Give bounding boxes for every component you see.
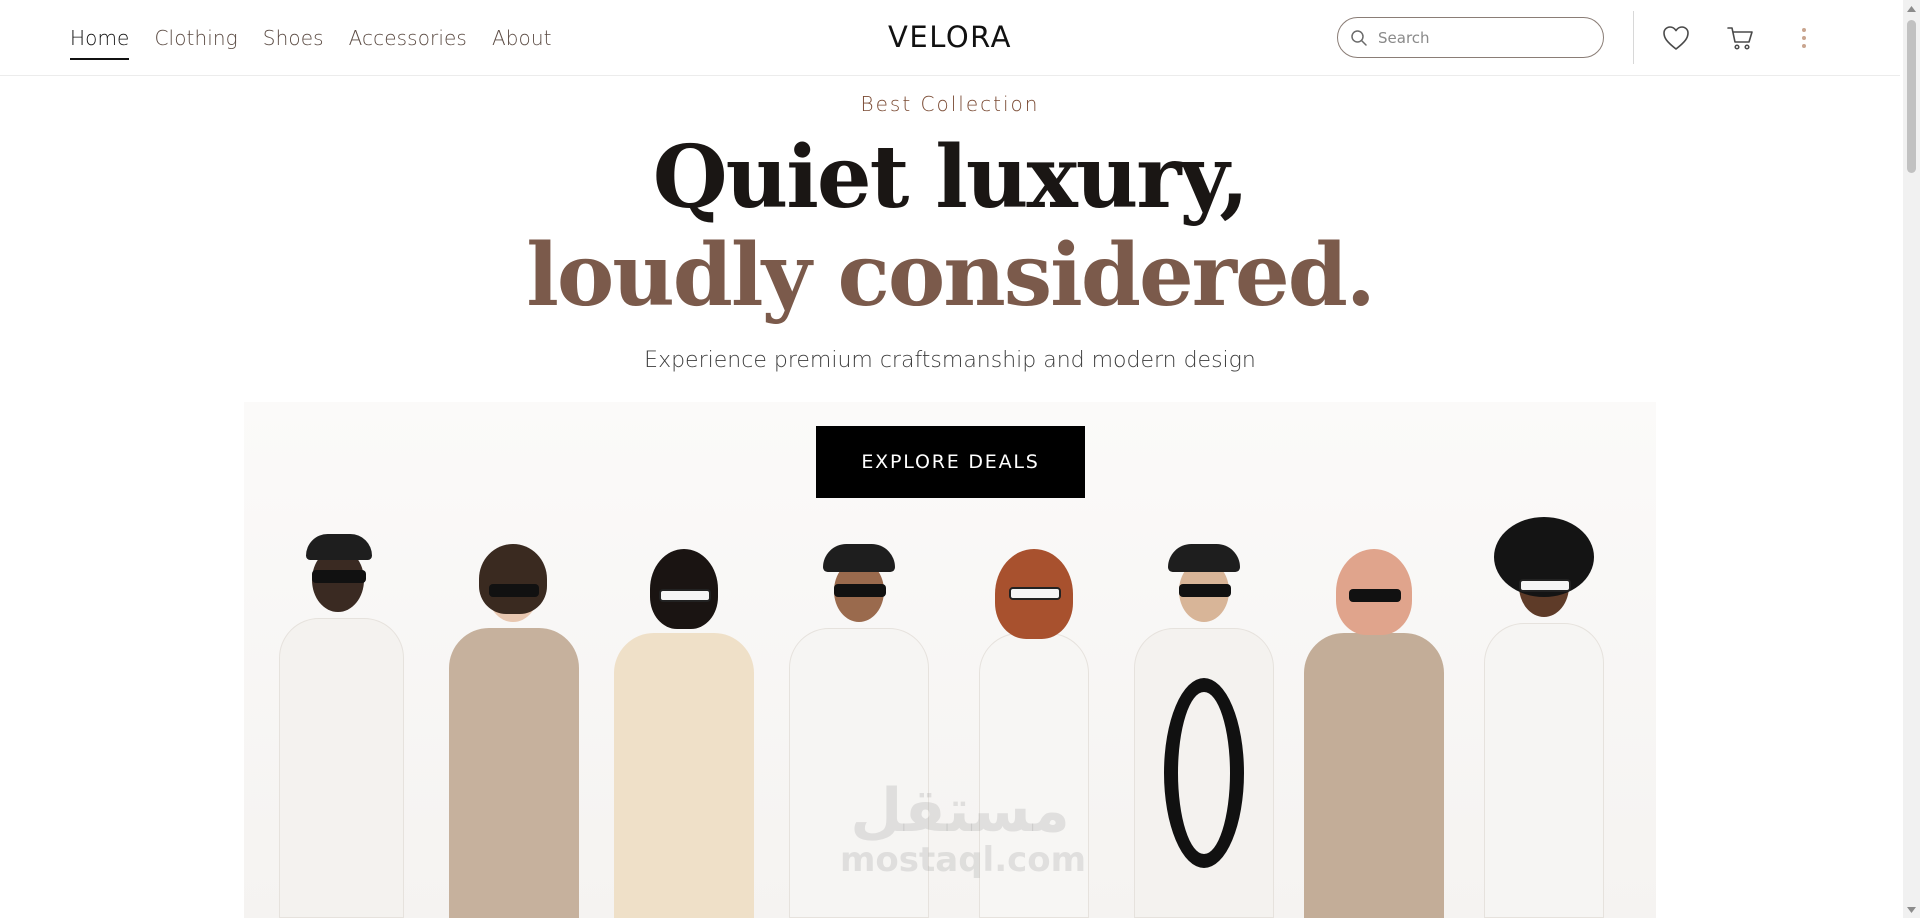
- model-figure: [439, 508, 589, 918]
- nav-shoes[interactable]: Shoes: [263, 20, 324, 56]
- header-divider: [1633, 11, 1634, 64]
- cart-button[interactable]: [1724, 22, 1756, 54]
- brand-logo[interactable]: VELORA: [888, 20, 1012, 54]
- search-input[interactable]: [1378, 28, 1588, 47]
- site-header: Home Clothing Shoes Accessories About VE…: [0, 0, 1900, 76]
- hero-headline-line2: loudly considered.: [526, 225, 1376, 326]
- heart-icon: [1663, 26, 1689, 50]
- page-scrollbar[interactable]: [1903, 0, 1920, 918]
- nav-clothing[interactable]: Clothing: [154, 20, 237, 56]
- nav-accessories[interactable]: Accessories: [349, 20, 467, 56]
- more-vertical-icon: [1802, 28, 1806, 48]
- explore-deals-button[interactable]: EXPLORE DEALS: [816, 426, 1085, 498]
- model-figure: [1464, 503, 1624, 918]
- scroll-down-arrow-icon[interactable]: [1903, 901, 1920, 918]
- watermark: مستقل mostaql.com: [840, 776, 1087, 880]
- wishlist-button[interactable]: [1660, 22, 1692, 54]
- watermark-arabic: مستقل: [850, 776, 1070, 846]
- cart-icon: [1727, 27, 1753, 50]
- scroll-up-arrow-icon[interactable]: [1903, 0, 1920, 17]
- model-figure: [604, 513, 764, 918]
- hero-headline-line1: Quiet luxury,: [652, 127, 1249, 228]
- hero-eyebrow: Best Collection: [860, 92, 1040, 116]
- nav-about[interactable]: About: [492, 20, 552, 56]
- model-figure: [264, 498, 414, 918]
- watermark-latin: mostaql.com: [840, 840, 1087, 880]
- model-figure: [1294, 513, 1454, 918]
- scrollbar-thumb[interactable]: [1907, 20, 1916, 173]
- search-box[interactable]: [1337, 17, 1604, 58]
- hero-subheadline: Experience premium craftsmanship and mod…: [644, 348, 1256, 373]
- more-options-button[interactable]: [1788, 22, 1820, 54]
- search-icon: [1351, 29, 1367, 46]
- nav-home[interactable]: Home: [70, 20, 130, 60]
- main-nav: Home Clothing Shoes Accessories About: [70, 0, 577, 76]
- model-figure: [1124, 508, 1284, 918]
